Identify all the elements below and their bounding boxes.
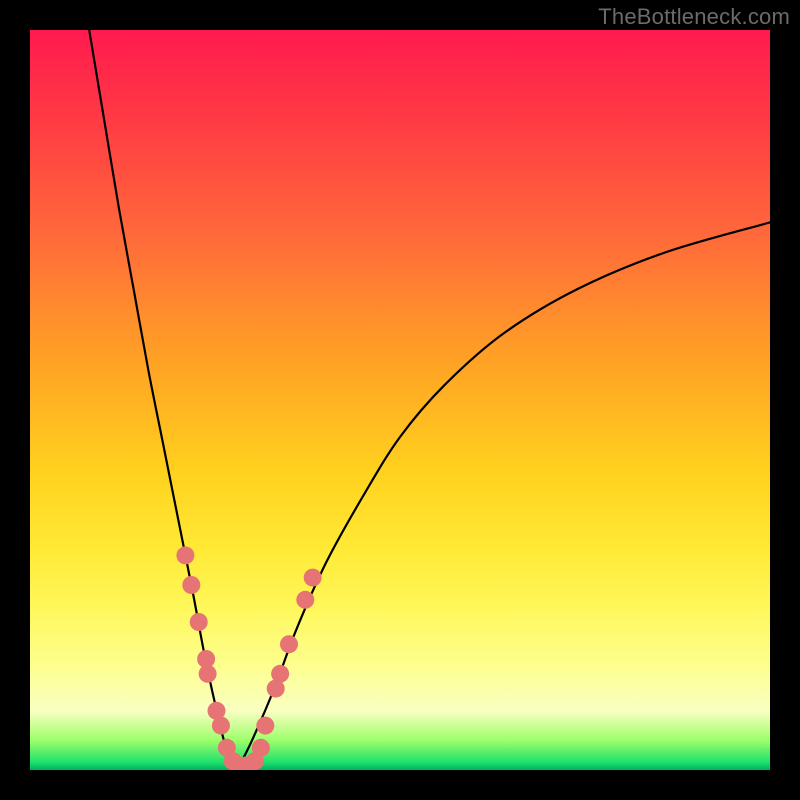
curve-right — [237, 222, 770, 770]
data-marker — [280, 635, 298, 653]
chart-frame: TheBottleneck.com — [0, 0, 800, 800]
data-marker — [190, 613, 208, 631]
data-marker — [296, 591, 314, 609]
data-marker — [176, 546, 194, 564]
data-marker — [271, 665, 289, 683]
data-marker — [256, 717, 274, 735]
data-marker — [212, 717, 230, 735]
data-markers — [176, 546, 321, 770]
plot-area — [30, 30, 770, 770]
data-marker — [252, 739, 270, 757]
data-marker — [304, 569, 322, 587]
data-marker — [182, 576, 200, 594]
chart-svg — [30, 30, 770, 770]
data-marker — [199, 665, 217, 683]
watermark-text: TheBottleneck.com — [598, 4, 790, 30]
